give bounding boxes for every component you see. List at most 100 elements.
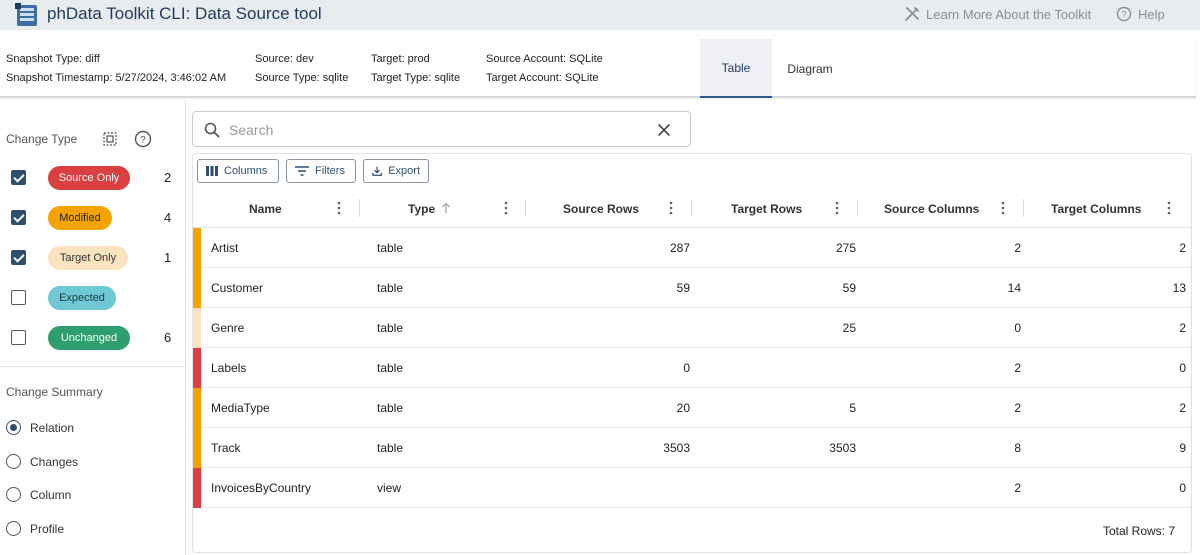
checkbox-source-only[interactable] <box>11 170 26 185</box>
cell-name: Genre <box>211 321 245 335</box>
column-header-name[interactable]: Name <box>249 189 282 228</box>
status-stripe <box>193 228 201 268</box>
cell-name: Artist <box>211 241 239 255</box>
badge-unchanged: Unchanged <box>48 326 130 350</box>
cell-type: table <box>377 401 404 415</box>
filters-button[interactable]: Filters <box>286 159 356 183</box>
table-row[interactable]: Track table 3503 3503 8 9 <box>193 428 1191 468</box>
status-stripe <box>193 388 201 428</box>
count-target-only: 1 <box>164 250 172 265</box>
table-row[interactable]: MediaType table 20 5 2 2 <box>193 388 1191 428</box>
svg-text:?: ? <box>1121 10 1126 20</box>
snapshot-timestamp: Snapshot Timestamp: 5/27/2024, 3:46:02 A… <box>6 72 227 84</box>
sidebar-divider <box>0 366 185 367</box>
badge-target-only: Target Only <box>48 246 128 270</box>
help-circle-icon[interactable]: ? <box>134 130 152 148</box>
status-stripe <box>193 268 201 308</box>
column-menu-icon[interactable] <box>669 201 673 215</box>
table-row[interactable]: Labels table 0 2 0 <box>193 348 1191 388</box>
cell-name: MediaType <box>211 401 270 415</box>
cell-target-rows <box>698 468 856 508</box>
column-menu-icon[interactable] <box>337 201 341 215</box>
column-menu-icon[interactable] <box>835 201 839 215</box>
source-name: Source: dev <box>255 53 314 65</box>
sort-ascending-icon[interactable] <box>441 202 451 214</box>
target-name: Target: prod <box>371 53 430 65</box>
radio-profile[interactable] <box>6 521 21 536</box>
cell-name: Track <box>211 441 241 455</box>
column-separator[interactable] <box>525 199 526 217</box>
checkbox-expected[interactable] <box>11 290 26 305</box>
checkbox-unchanged[interactable] <box>11 330 26 345</box>
column-menu-icon[interactable] <box>1167 201 1171 215</box>
columns-button[interactable]: Columns <box>197 159 279 183</box>
cell-source-columns: 2 <box>1014 481 1021 495</box>
column-header-source-rows[interactable]: Source Rows <box>563 189 639 228</box>
close-icon[interactable] <box>657 123 671 137</box>
column-header-target-columns[interactable]: Target Columns <box>1051 189 1141 228</box>
cell-name: InvoicesByCountry <box>211 481 312 495</box>
count-source-only: 2 <box>164 170 172 185</box>
cell-target-columns: 2 <box>1179 241 1186 255</box>
search-input[interactable] <box>229 120 649 140</box>
help-circle-icon: ? <box>1116 6 1132 22</box>
app-header: phData Toolkit CLI: Data Source tool Lea… <box>0 0 1200 30</box>
cell-source-columns: 0 <box>1014 321 1021 335</box>
cell-source-columns: 2 <box>1014 401 1021 415</box>
status-stripe <box>193 308 201 348</box>
column-separator[interactable] <box>359 199 360 217</box>
column-menu-icon[interactable] <box>504 201 508 215</box>
column-header-target-rows[interactable]: Target Rows <box>731 189 802 228</box>
column-separator[interactable] <box>857 199 858 217</box>
cell-target-columns: 2 <box>1179 401 1186 415</box>
cell-target-rows: 25 <box>842 321 856 335</box>
cell-target-columns: 9 <box>1179 441 1186 455</box>
column-header-source-columns[interactable]: Source Columns <box>884 189 979 228</box>
checkbox-target-only[interactable] <box>11 250 26 265</box>
cell-source-columns: 8 <box>1014 441 1021 455</box>
export-button[interactable]: Export <box>363 159 429 183</box>
cell-source-columns: 2 <box>1014 241 1021 255</box>
table-row[interactable]: Genre table 25 0 2 <box>193 308 1191 348</box>
cell-target-columns: 0 <box>1179 481 1186 495</box>
cell-target-rows: 5 <box>849 401 856 415</box>
tab-table[interactable]: Table <box>700 39 772 98</box>
cell-source-rows <box>533 468 690 508</box>
column-menu-icon[interactable] <box>1001 201 1005 215</box>
count-modified: 4 <box>164 210 172 225</box>
tools-icon <box>905 7 919 21</box>
radio-changes-label: Changes <box>30 455 79 469</box>
filter-icon <box>295 166 309 176</box>
cell-target-rows: 275 <box>835 241 856 255</box>
table-row[interactable]: InvoicesByCountry view 2 0 <box>193 468 1191 508</box>
radio-column[interactable] <box>6 487 21 502</box>
data-grid: Columns Filters Export Name Type Source … <box>192 153 1192 553</box>
app-title: phData Toolkit CLI: Data Source tool <box>47 4 322 23</box>
column-separator[interactable] <box>691 199 692 217</box>
table-row[interactable]: Customer table 59 59 14 13 <box>193 268 1191 308</box>
cell-name: Customer <box>211 281 264 295</box>
radio-changes[interactable] <box>6 454 21 469</box>
svg-text:?: ? <box>140 135 146 146</box>
column-separator[interactable] <box>1023 199 1024 217</box>
snapshot-type: Snapshot Type: diff <box>6 53 100 65</box>
change-summary-heading: Change Summary <box>6 385 103 399</box>
checkbox-modified[interactable] <box>11 210 26 225</box>
table-row[interactable]: Artist table 287 275 2 2 <box>193 228 1191 268</box>
help-link[interactable]: ? Help <box>1116 6 1165 22</box>
total-rows: Total Rows: 7 <box>1102 524 1175 538</box>
cell-source-rows: 3503 <box>663 441 690 455</box>
status-stripe <box>193 468 201 508</box>
change-type-heading: Change Type <box>6 132 78 146</box>
cell-source-rows: 59 <box>676 281 690 295</box>
cell-type: table <box>377 361 404 375</box>
learn-more-link[interactable]: Learn More About the Toolkit <box>904 6 1091 22</box>
tab-diagram[interactable]: Diagram <box>772 39 848 98</box>
cell-source-columns: 2 <box>1014 361 1021 375</box>
select-all-icon[interactable] <box>102 131 118 147</box>
radio-relation[interactable] <box>6 420 21 435</box>
table-header: Name Type Source Rows Target Rows Source… <box>193 189 1191 228</box>
cell-target-columns: 13 <box>1172 281 1186 295</box>
cell-type: table <box>377 321 404 335</box>
column-header-type[interactable]: Type <box>408 189 435 228</box>
